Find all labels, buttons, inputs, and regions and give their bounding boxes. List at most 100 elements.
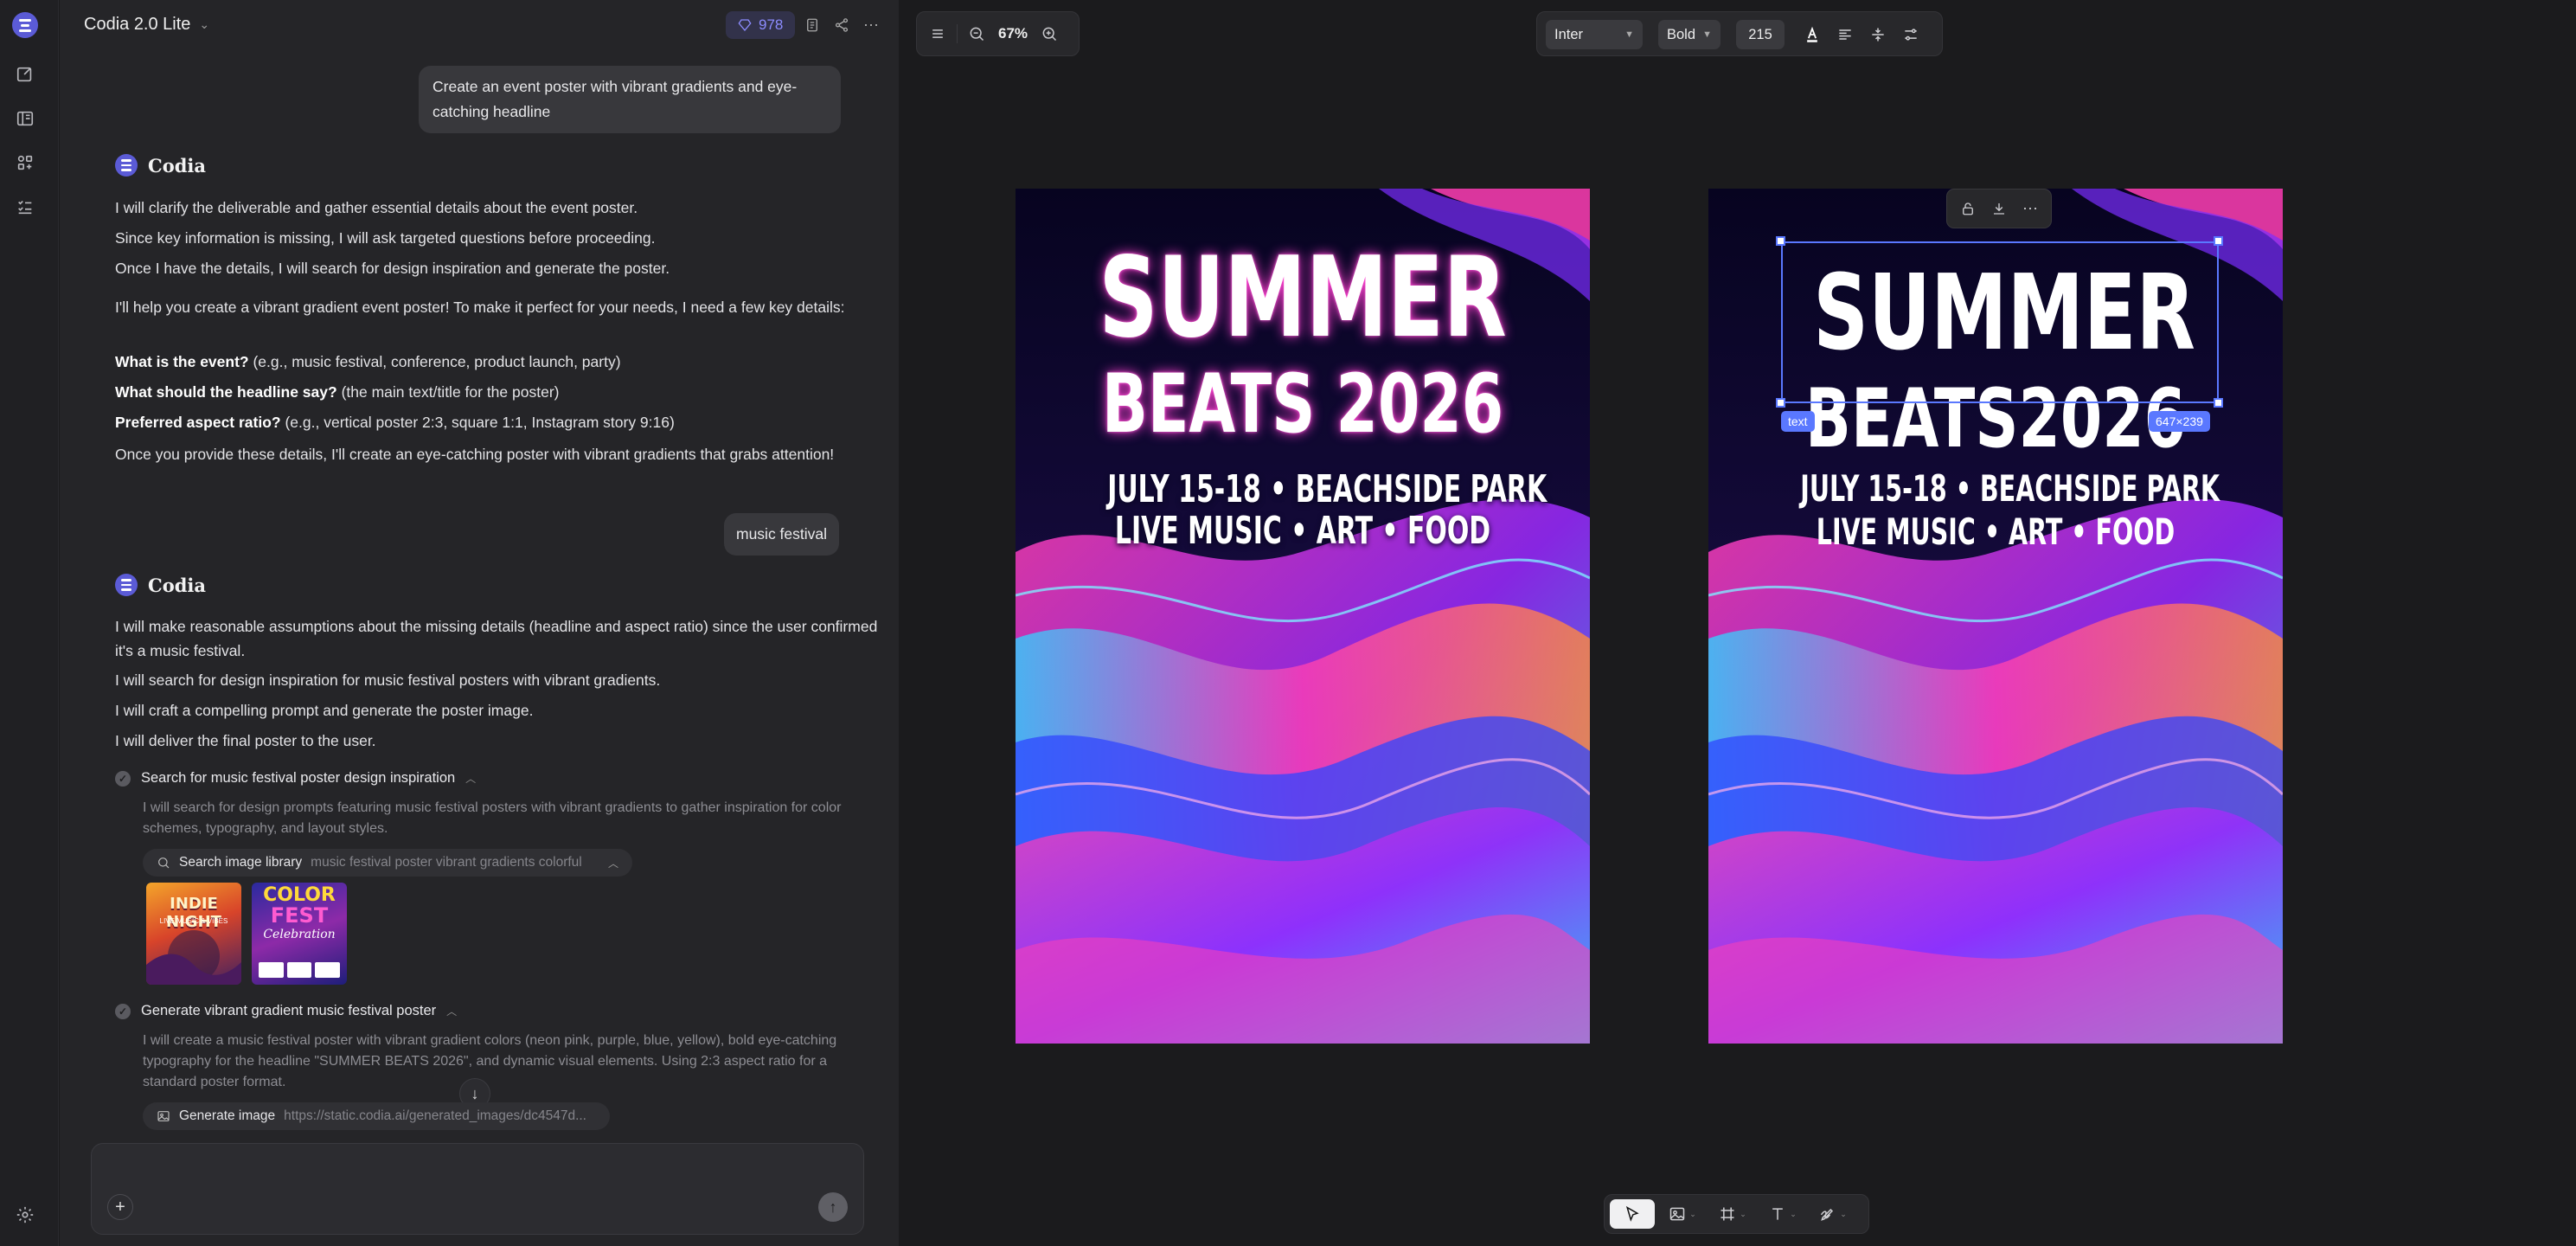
frame-tool[interactable]: ⌄ [1710, 1199, 1755, 1229]
font-size-input[interactable]: 215 [1736, 20, 1785, 49]
plan-line: I will deliver the final poster to the u… [115, 732, 376, 749]
message-input[interactable] [109, 1156, 844, 1187]
image-icon [157, 1111, 170, 1121]
result-thumbnail[interactable]: COLOR FEST Celebration [252, 883, 347, 985]
library-icon[interactable] [14, 107, 36, 130]
logo-icon[interactable] [12, 12, 38, 38]
poster-date-venue: JULY 15-18 • BEACHSIDE PARK [1107, 467, 1548, 511]
share-icon[interactable] [831, 15, 852, 35]
text-tool[interactable]: ⌄ [1760, 1199, 1805, 1229]
question-label: What should the headline say? [115, 383, 337, 401]
font-family-select[interactable]: Inter ▼ [1546, 20, 1643, 49]
zoom-level[interactable]: 67% [992, 25, 1034, 42]
task-step[interactable]: ✓ Generate vibrant gradient music festiv… [115, 1003, 457, 1019]
assistant-avatar [115, 574, 138, 596]
frame-icon [1721, 1207, 1734, 1221]
assistant-header: Codia [115, 574, 206, 596]
assistant-avatar [115, 154, 138, 177]
intro-text: I'll help you create a vibrant gradient … [115, 299, 845, 316]
vertical-align-icon[interactable] [1862, 19, 1894, 50]
result-thumbnail[interactable]: INDIE NIGHT LIVE MUSIC & VIBES [146, 883, 241, 985]
element-toolbar: ⋯ [1946, 189, 2052, 228]
question-label: What is the event? [115, 353, 249, 370]
settings-icon[interactable] [16, 1205, 35, 1224]
check-icon: ✓ [115, 770, 131, 787]
tool-query: https://static.codia.ai/generated_images… [284, 1108, 586, 1123]
design-canvas[interactable]: 67% Inter ▼ Bold ▼ 215 SUMMER BEATS 2026… [899, 0, 2576, 1246]
credits-badge[interactable]: 978 [726, 11, 796, 39]
poster-artboard[interactable]: SUMMER BEATS 2026 JULY 15-18 • BEACHSIDE… [1016, 189, 1590, 1044]
bottom-toolbar: ⌄ ⌄ ⌄ ⌄ [1604, 1194, 1869, 1234]
tool-call-generate[interactable]: Generate image https://static.codia.ai/g… [143, 1102, 610, 1130]
resize-handle[interactable] [1776, 398, 1785, 408]
plan-line: Once I have the details, I will search f… [115, 260, 670, 277]
poster-date-venue: JULY 15-18 • BEACHSIDE PARK [1800, 467, 2220, 510]
selection-size-label: 647×239 [2149, 411, 2210, 432]
resize-handle[interactable] [2214, 236, 2223, 246]
more-icon[interactable]: ⋯ [2016, 193, 2044, 224]
plan-line: Since key information is missing, I will… [115, 229, 656, 247]
poster-headline: SUMMER [1099, 234, 1507, 363]
outro-text: Once you provide these details, I'll cre… [115, 446, 835, 463]
attach-button[interactable]: + [107, 1194, 133, 1220]
resize-handle[interactable] [1776, 236, 1785, 246]
chat-panel: Codia 2.0 Lite ⌄ 978 ⋯ Create an event p… [60, 0, 899, 1246]
document-icon[interactable] [802, 15, 823, 35]
zoom-in-icon[interactable] [1034, 18, 1065, 49]
diamond-icon [738, 19, 752, 32]
step-title: Generate vibrant gradient music festival… [141, 1003, 437, 1018]
question-3: Preferred aspect ratio? (e.g., vertical … [115, 410, 894, 434]
app-window: Codia 2.0 Lite ⌄ 978 ⋯ Create an event p… [0, 0, 2576, 1246]
tool-call-search[interactable]: Search image library music festival post… [143, 849, 632, 877]
apps-icon[interactable] [14, 151, 36, 174]
selection-box[interactable] [1781, 241, 2219, 403]
divider [957, 24, 958, 43]
poster-artboard-editing[interactable]: SUMMER BEATS2026 JULY 15-18 • BEACHSIDE … [1708, 189, 2283, 1044]
thumbnail-title: FEST [270, 903, 329, 928]
text-settings-icon[interactable] [1895, 19, 1926, 50]
user-message: Create an event poster with vibrant grad… [419, 66, 841, 133]
resize-handle[interactable] [2214, 398, 2223, 408]
plan-line: I will clarify the deliverable and gathe… [115, 199, 638, 216]
question-detail: (the main text/title for the poster) [336, 383, 560, 401]
draw-tool[interactable]: ⌄ [1810, 1199, 1855, 1229]
select-tool[interactable] [1610, 1199, 1655, 1229]
align-left-icon[interactable] [1829, 19, 1861, 50]
zoom-toolbar: 67% [916, 11, 1080, 56]
chevron-up-icon: ︿ [607, 857, 618, 870]
selection-type-label: text [1781, 411, 1815, 432]
new-chat-icon[interactable] [14, 63, 36, 86]
thumbnail-title: INDIE NIGHT [166, 895, 221, 931]
menu-icon[interactable] [922, 18, 953, 49]
question-1: What is the event? (e.g., music festival… [115, 350, 894, 374]
zoom-out-icon[interactable] [961, 18, 992, 49]
chevron-down-icon: ▼ [1624, 29, 1634, 40]
send-button[interactable]: ↑ [818, 1192, 848, 1222]
more-icon[interactable]: ⋯ [861, 15, 881, 35]
chevron-up-icon: ︿ [446, 1005, 458, 1018]
thumbnail-subtitle: Celebration [263, 928, 336, 941]
poster-tagline: LIVE MUSIC • ART • FOOD [1114, 509, 1491, 553]
poster-tagline: LIVE MUSIC • ART • FOOD [1816, 511, 2176, 553]
download-icon[interactable] [1985, 193, 2013, 224]
plan-line: I will search for design inspiration for… [115, 671, 661, 689]
font-weight-select[interactable]: Bold ▼ [1658, 20, 1721, 49]
tasks-icon[interactable] [14, 196, 36, 218]
image-tool[interactable]: ⌄ [1660, 1199, 1705, 1229]
thumbnail-tiles [259, 962, 341, 978]
text-color-icon[interactable] [1797, 19, 1828, 50]
task-step[interactable]: ✓ Search for music festival poster desig… [115, 770, 476, 787]
question-detail: (e.g., music festival, conference, produ… [248, 353, 621, 370]
question-detail: (e.g., vertical poster 2:3, square 1:1, … [280, 414, 675, 431]
assistant-name: Codia [148, 574, 206, 596]
chat-header: Codia 2.0 Lite ⌄ 978 ⋯ [60, 0, 899, 52]
text-icon [1772, 1208, 1784, 1220]
step-description: I will create a music festival poster wi… [143, 1033, 837, 1089]
plan-line: I will make reasonable assumptions about… [115, 618, 878, 659]
lock-icon[interactable] [1954, 193, 1982, 224]
font-family-value: Inter [1554, 26, 1584, 42]
model-selector[interactable]: Codia 2.0 Lite ⌄ [84, 15, 209, 35]
image-icon [1669, 1207, 1685, 1221]
chevron-down-icon: ⌄ [199, 17, 210, 31]
poster-headline: BEATS 2026 [1101, 357, 1504, 452]
